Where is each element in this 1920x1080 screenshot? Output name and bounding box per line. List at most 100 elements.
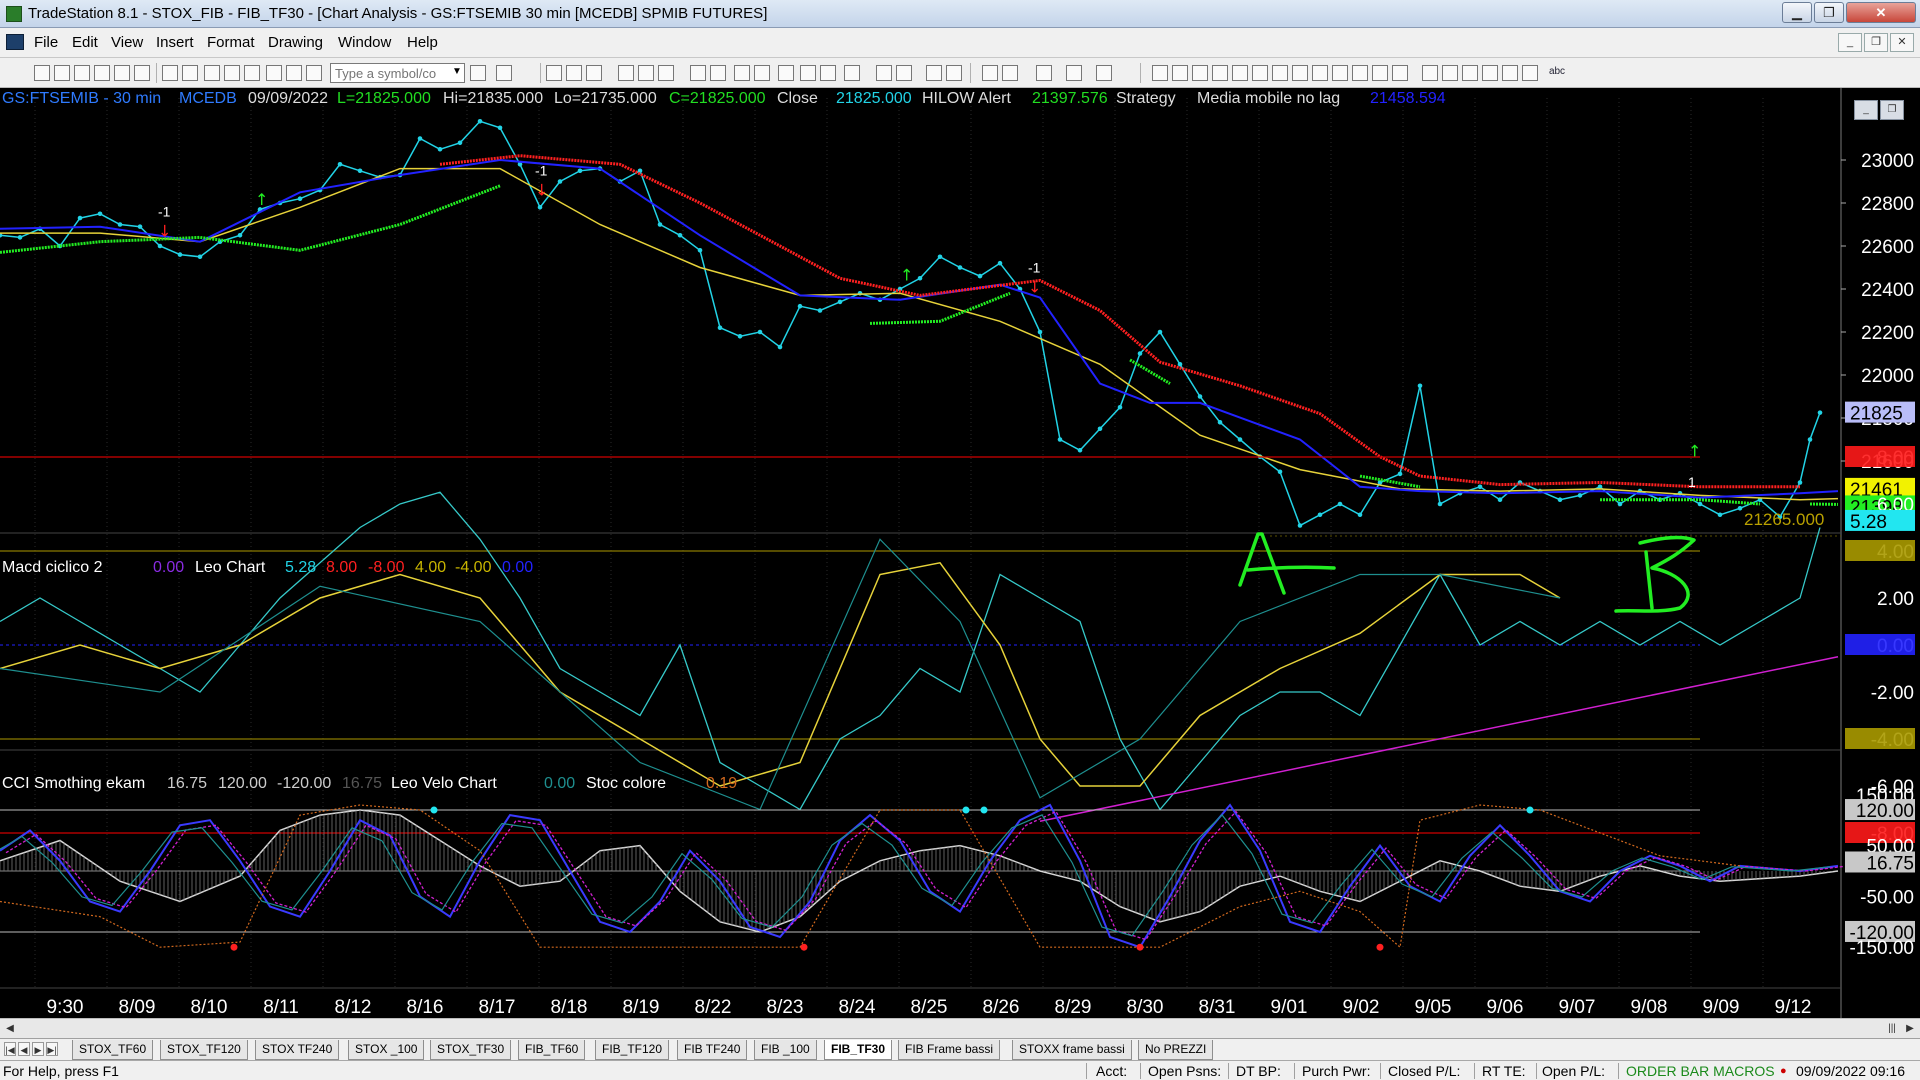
- minimize-button[interactable]: ▁: [1782, 2, 1812, 23]
- data-icon[interactable]: [844, 65, 860, 81]
- andrews-pitchfork-icon[interactable]: [1332, 65, 1348, 81]
- save-all-icon[interactable]: [114, 65, 130, 81]
- status-order-bar-macros[interactable]: ORDER BAR MACROS: [1626, 1063, 1775, 1079]
- menu-insert[interactable]: Insert: [156, 34, 194, 51]
- matrix-icon[interactable]: [586, 65, 602, 81]
- rectangle-icon[interactable]: [1522, 65, 1538, 81]
- vertical-line-icon[interactable]: [1172, 65, 1188, 81]
- tab-prev-button[interactable]: ◀: [18, 1042, 30, 1056]
- mdi-restore-button[interactable]: ❐: [1864, 33, 1888, 52]
- bar-chart-icon[interactable]: [800, 65, 816, 81]
- ellipse-icon[interactable]: [1502, 65, 1518, 81]
- cycle-lines-icon[interactable]: [1392, 65, 1408, 81]
- tab-stox-tf30[interactable]: STOX_TF30: [430, 1040, 512, 1060]
- zoom-out-icon[interactable]: [946, 65, 962, 81]
- tab-fib-tf60[interactable]: FIB_TF60: [518, 1040, 586, 1060]
- new-icon[interactable]: [34, 65, 50, 81]
- chart-canvas[interactable]: -1 ↓ -1 ↓ -1 ↓ ↑ ↑ ↑ 1 23000 22800 22600 22400 22200 2…: [0, 88, 1920, 1018]
- chart-minimize-button[interactable]: _: [1854, 100, 1878, 120]
- go-arrow-icon[interactable]: [470, 65, 486, 81]
- maximize-button[interactable]: ❐: [1814, 2, 1844, 23]
- fib-fan-icon[interactable]: [1312, 65, 1328, 81]
- menu-help[interactable]: Help: [407, 34, 438, 51]
- menu-edit[interactable]: Edit: [72, 34, 98, 51]
- text-tool-icon[interactable]: abc: [1544, 65, 1570, 81]
- close-button[interactable]: ✕: [1846, 2, 1916, 23]
- indicator-icon[interactable]: [778, 65, 794, 81]
- tab-stoxx-frame-bassi[interactable]: STOXX frame bassi: [1012, 1040, 1132, 1060]
- open-icon[interactable]: [54, 65, 70, 81]
- trendchannel-icon[interactable]: [1292, 65, 1308, 81]
- sell-arrow-icon[interactable]: [1462, 65, 1478, 81]
- tab-fib-tf240[interactable]: FIB TF240: [677, 1040, 748, 1060]
- disabled-icon[interactable]: [1096, 65, 1112, 81]
- tab-stox-tf240[interactable]: STOX TF240: [255, 1040, 340, 1060]
- print-icon[interactable]: [162, 65, 178, 81]
- menu-drawing[interactable]: Drawing: [268, 34, 323, 51]
- scroll-left-arrow[interactable]: ◀: [2, 1021, 18, 1036]
- tab-stox-100[interactable]: STOX _100: [348, 1040, 425, 1060]
- mdi-close-button[interactable]: ✕: [1890, 33, 1914, 52]
- save-icon[interactable]: [94, 65, 110, 81]
- close-doc-icon[interactable]: [134, 65, 150, 81]
- format-window-icon[interactable]: [1066, 65, 1082, 81]
- cut-icon[interactable]: [204, 65, 220, 81]
- fibonacci-icon[interactable]: [1232, 65, 1248, 81]
- fib-retracement-icon[interactable]: [1272, 65, 1288, 81]
- tab-last-button[interactable]: ▶|: [46, 1042, 58, 1056]
- symbol-search-icon[interactable]: [496, 65, 512, 81]
- tab-next-button[interactable]: ▶: [32, 1042, 44, 1056]
- fib-time-zones-icon[interactable]: [1372, 65, 1388, 81]
- macros-icon[interactable]: [266, 65, 282, 81]
- tab-stox-tf120[interactable]: STOX_TF120: [160, 1040, 248, 1060]
- menu-format[interactable]: Format: [207, 34, 255, 51]
- chart-analysis-window[interactable]: -1 ↓ -1 ↓ -1 ↓ ↑ ↑ ↑ 1 23000 22800 22600 22400 22200 2…: [0, 88, 1920, 1018]
- radarscreen-icon[interactable]: [566, 65, 582, 81]
- tab-fib-tf30[interactable]: FIB_TF30: [824, 1040, 893, 1060]
- pointer-icon[interactable]: [982, 65, 998, 81]
- buy-arrow-icon[interactable]: [1442, 65, 1458, 81]
- news-icon[interactable]: [638, 65, 654, 81]
- strategy-icon[interactable]: [754, 65, 770, 81]
- up-arrow-icon[interactable]: [1482, 65, 1498, 81]
- cube-icon[interactable]: [306, 65, 322, 81]
- scroll-right-icon[interactable]: [896, 65, 912, 81]
- copy-icon[interactable]: [224, 65, 240, 81]
- scroll-thumb[interactable]: |||: [1884, 1021, 1900, 1036]
- mdi-minimize-button[interactable]: _: [1838, 33, 1862, 52]
- symbol-input[interactable]: [330, 63, 465, 83]
- trendline-icon[interactable]: [1152, 65, 1168, 81]
- scanner-icon[interactable]: [710, 65, 726, 81]
- menu-file[interactable]: File: [34, 34, 58, 51]
- time-sales-icon[interactable]: [690, 65, 706, 81]
- tools-icon[interactable]: [1036, 65, 1052, 81]
- arc-icon[interactable]: [1422, 65, 1438, 81]
- horizontal-line-icon[interactable]: [1192, 65, 1208, 81]
- symbol-dropdown-arrow[interactable]: ▼: [452, 66, 462, 77]
- tab-no-prezzi[interactable]: No PREZZI: [1138, 1040, 1214, 1060]
- tab-first-button[interactable]: |◀: [4, 1042, 16, 1056]
- tab-fib-tf120[interactable]: FIB_TF120: [595, 1040, 670, 1060]
- tab-fib-100[interactable]: FIB _100: [754, 1040, 817, 1060]
- paste-icon[interactable]: [244, 65, 260, 81]
- pattern-icon[interactable]: [820, 65, 836, 81]
- link-icon[interactable]: [618, 65, 634, 81]
- data-tips-icon[interactable]: [1002, 65, 1018, 81]
- optionstation-icon[interactable]: [658, 65, 674, 81]
- globe-icon[interactable]: [286, 65, 302, 81]
- chart-window-icon[interactable]: [546, 65, 562, 81]
- open-workspace-icon[interactable]: [74, 65, 90, 81]
- scroll-left-icon[interactable]: [876, 65, 892, 81]
- chart-restore-button[interactable]: ❐: [1880, 100, 1904, 120]
- zoom-in-icon[interactable]: [926, 65, 942, 81]
- document-icon[interactable]: [6, 34, 24, 50]
- analysis-icon[interactable]: [734, 65, 750, 81]
- scroll-right-arrow[interactable]: ▶: [1902, 1021, 1918, 1036]
- menu-view[interactable]: View: [111, 34, 143, 51]
- gann-fan-icon[interactable]: [1212, 65, 1228, 81]
- menu-window[interactable]: Window: [338, 34, 391, 51]
- tab-fib-frame-bassi[interactable]: FIB Frame bassi: [898, 1040, 1001, 1060]
- chart-scrollbar[interactable]: ◀ ||| ▶: [0, 1018, 1920, 1038]
- tab-stox-tf60[interactable]: STOX_TF60: [72, 1040, 154, 1060]
- print-preview-icon[interactable]: [182, 65, 198, 81]
